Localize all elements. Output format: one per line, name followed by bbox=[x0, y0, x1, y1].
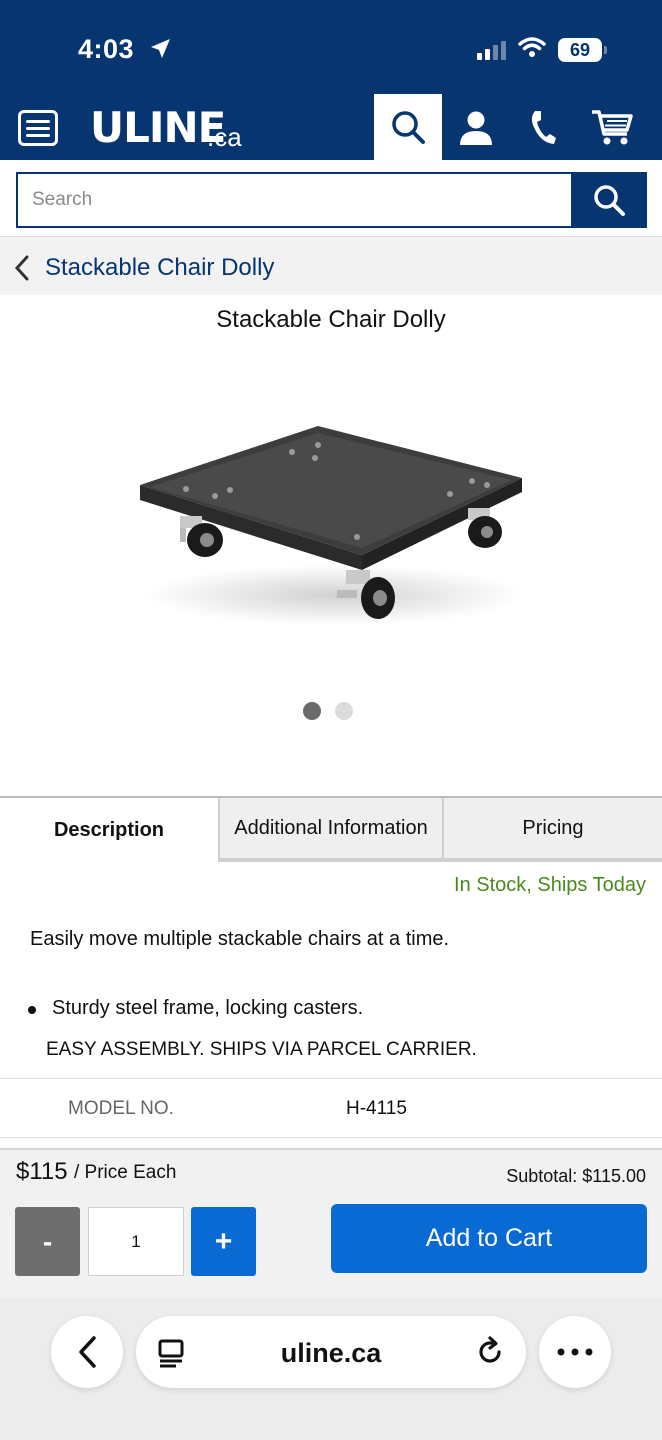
account-icon bbox=[460, 111, 492, 145]
wifi-icon bbox=[518, 36, 546, 63]
tab-description[interactable]: Description bbox=[0, 798, 218, 862]
product-image[interactable] bbox=[130, 410, 530, 635]
address-bar[interactable]: uline.ca bbox=[136, 1316, 526, 1388]
feature-bullet: Sturdy steel frame, locking casters. bbox=[28, 997, 363, 1020]
signal-icon bbox=[477, 40, 506, 60]
cart-button[interactable] bbox=[590, 107, 634, 147]
spec-label: MODEL NO. bbox=[68, 1098, 174, 1119]
spec-row-model: MODEL NO. H-4115 bbox=[0, 1078, 662, 1138]
spec-value: H-4115 bbox=[346, 1098, 407, 1119]
back-button[interactable] bbox=[51, 1316, 123, 1388]
breadcrumb-label[interactable]: Stackable Chair Dolly bbox=[45, 254, 274, 282]
url-text[interactable]: uline.ca bbox=[136, 1338, 526, 1369]
breadcrumb[interactable]: Stackable Chair Dolly bbox=[0, 236, 662, 295]
status-indicators: 69 bbox=[477, 36, 607, 63]
phone-button[interactable] bbox=[525, 107, 561, 147]
price-unit: / Price Each bbox=[74, 1162, 177, 1183]
phone-icon bbox=[531, 111, 556, 144]
add-to-cart-button[interactable]: Add to Cart bbox=[331, 1204, 647, 1273]
chevron-left-icon bbox=[14, 255, 29, 281]
reload-icon[interactable] bbox=[474, 1336, 506, 1368]
tab-pricing[interactable]: Pricing bbox=[442, 798, 662, 862]
search-input[interactable] bbox=[16, 172, 571, 228]
search-submit-button[interactable] bbox=[571, 172, 647, 228]
menu-button[interactable] bbox=[18, 110, 58, 146]
location-arrow-icon bbox=[148, 37, 172, 66]
menu-icon bbox=[26, 119, 50, 123]
price: $115 bbox=[16, 1158, 68, 1185]
product-description: Easily move multiple stackable chairs at… bbox=[30, 928, 450, 950]
feature-bullet-text: Sturdy steel frame, locking casters. bbox=[52, 997, 364, 1019]
more-button[interactable] bbox=[539, 1316, 611, 1388]
carousel-dot-1[interactable] bbox=[303, 702, 321, 720]
stock-status: In Stock, Ships Today bbox=[454, 874, 646, 896]
search-icon bbox=[594, 185, 625, 216]
more-icon bbox=[557, 1348, 593, 1356]
cart-icon bbox=[592, 110, 633, 145]
quantity-input[interactable] bbox=[88, 1207, 184, 1276]
product-title: Stackable Chair Dolly bbox=[216, 306, 446, 333]
bullet-dot bbox=[28, 1006, 36, 1014]
tab-additional-information[interactable]: Additional Information bbox=[218, 798, 442, 862]
battery-icon: 69 bbox=[558, 37, 607, 62]
image-carousel-dots bbox=[303, 702, 353, 720]
assembly-note: EASY ASSEMBLY. SHIPS VIA PARCEL CARRIER. bbox=[46, 1039, 477, 1060]
search-icon bbox=[392, 111, 425, 144]
logo-suffix: .ca bbox=[207, 122, 242, 152]
carousel-dot-2[interactable] bbox=[335, 702, 353, 720]
increase-quantity-button[interactable]: + bbox=[191, 1207, 256, 1276]
uline-logo[interactable]: ULINE bbox=[90, 103, 226, 152]
account-button[interactable] bbox=[456, 107, 496, 147]
product-tabs: Description Additional Information Prici… bbox=[0, 796, 662, 862]
status-time: 4:03 bbox=[78, 34, 135, 64]
header-search-button[interactable] bbox=[374, 94, 442, 160]
chevron-left-icon bbox=[79, 1336, 96, 1368]
subtotal: Subtotal: $115.00 bbox=[506, 1166, 646, 1186]
decrease-quantity-button[interactable]: - bbox=[15, 1207, 80, 1276]
